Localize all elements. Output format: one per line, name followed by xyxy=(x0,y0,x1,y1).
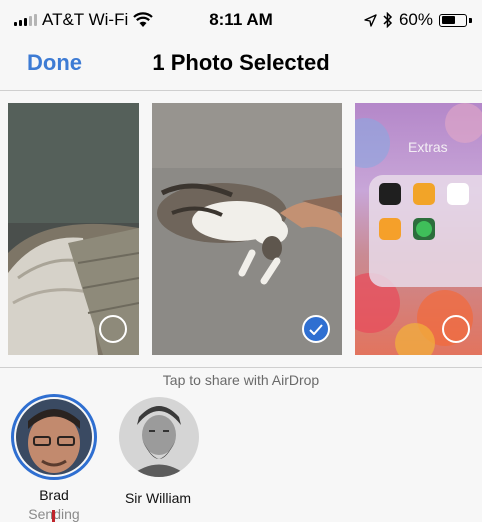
airdrop-contact-sir-william[interactable]: Sir William xyxy=(108,397,208,506)
avatar-sir-william-image xyxy=(119,397,199,477)
sending-progress-ring xyxy=(11,394,97,480)
photo-thumbnail-3[interactable]: Extras xyxy=(355,103,482,355)
battery-tip-icon xyxy=(469,17,472,23)
avatar-brad-image xyxy=(16,399,92,475)
photo-thumbnail-2[interactable] xyxy=(152,103,342,355)
contact-name: Brad xyxy=(39,487,69,503)
status-right: 60% xyxy=(364,10,472,30)
select-circle[interactable] xyxy=(99,315,127,343)
checkmark-icon xyxy=(309,323,323,335)
airdrop-hint: Tap to share with AirDrop xyxy=(162,372,320,388)
status-bar: AT&T Wi-Fi 8:11 AM 60% xyxy=(0,0,482,40)
selected-checkmark[interactable] xyxy=(302,315,330,343)
photo-thumbnail-1[interactable] xyxy=(8,103,139,355)
page-title: 1 Photo Selected xyxy=(152,50,330,75)
text-cursor-marker xyxy=(52,510,55,522)
avatar xyxy=(119,397,199,477)
contact-ring xyxy=(115,397,201,483)
nav-divider xyxy=(0,90,482,91)
battery-percent: 60% xyxy=(398,10,433,29)
nav-bar: Done 1 Photo Selected xyxy=(0,40,482,90)
avatar xyxy=(16,399,92,475)
contact-name: Sir William xyxy=(124,490,192,506)
folder-label: Extras xyxy=(408,139,448,155)
airdrop-contact-brad[interactable]: Brad Sending xyxy=(4,394,104,522)
select-circle[interactable] xyxy=(442,315,470,343)
photos-divider xyxy=(0,367,482,368)
battery-icon xyxy=(439,13,467,27)
location-arrow-icon xyxy=(364,13,377,27)
bluetooth-icon xyxy=(383,12,393,28)
